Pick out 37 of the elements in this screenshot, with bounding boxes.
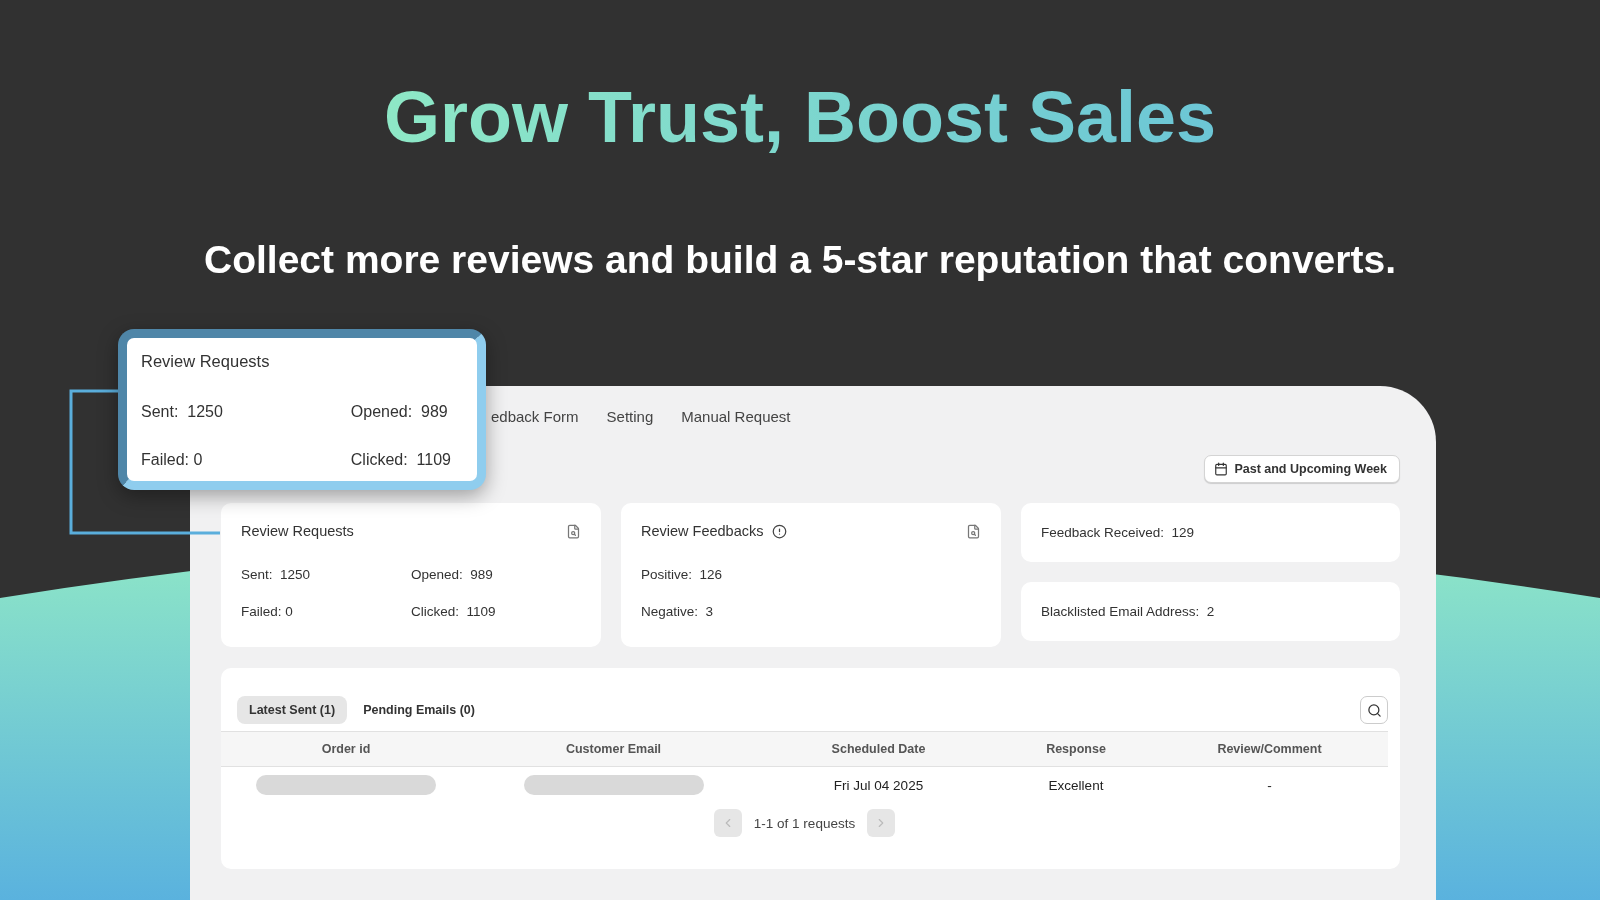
info-icon[interactable] [771,523,787,539]
stat-text: Clicked: 1109 [350,451,451,469]
document-search-icon[interactable] [566,523,581,539]
stat-text: Blacklisted Email Address: 2 [1041,604,1215,619]
search-button[interactable] [1360,696,1388,724]
stat-text: Failed: 0 [241,604,294,619]
nav-tab[interactable]: edback Form [491,407,579,425]
stat-text: Positive: 126 [641,567,724,582]
hero-subtitle: Collect more reviews and build a 5-star reputation that converts. [204,237,1396,283]
stat-text: Failed: 0 [141,451,204,469]
card-title: Review Feedbacks [641,523,764,539]
nav-tab[interactable]: Manual Request [681,407,791,425]
search-icon [1366,702,1382,718]
column-header: Order id [221,732,471,767]
table-tab[interactable]: Pending Emails (0) [351,696,487,724]
table-cell-text: Fri Jul 04 2025 [832,776,925,795]
nav-tab[interactable]: Setting [606,407,654,425]
column-header: Response [1001,732,1151,767]
stat-text: Opened: 989 [411,567,494,582]
table-cell-text: Excellent [1047,776,1105,795]
table-tab[interactable]: Latest Sent (1) [237,696,348,724]
table-cell-text: - [1266,776,1273,795]
stat-text: Clicked: 1109 [411,604,497,619]
card-title: Review Requests [241,523,354,539]
stat-text: Sent: 1250 [241,567,312,582]
date-filter-button[interactable]: Past and Upcoming Week [1204,455,1400,483]
column-header: Review/Comment [1151,732,1388,767]
stat-text: Sent: 1250 [141,403,224,421]
column-header: Customer Email [471,732,756,767]
column-header: Scheduled Date [756,732,1001,767]
pagination-text: 1-1 of 1 requests [753,815,856,831]
stat-text: Feedback Received: 129 [1041,525,1195,540]
document-search-icon[interactable] [966,523,981,539]
stat-text: Negative: 3 [641,604,715,619]
calendar-icon [1214,462,1229,476]
callout-title: Review Requests [141,352,271,371]
stat-text: Opened: 989 [350,403,449,421]
